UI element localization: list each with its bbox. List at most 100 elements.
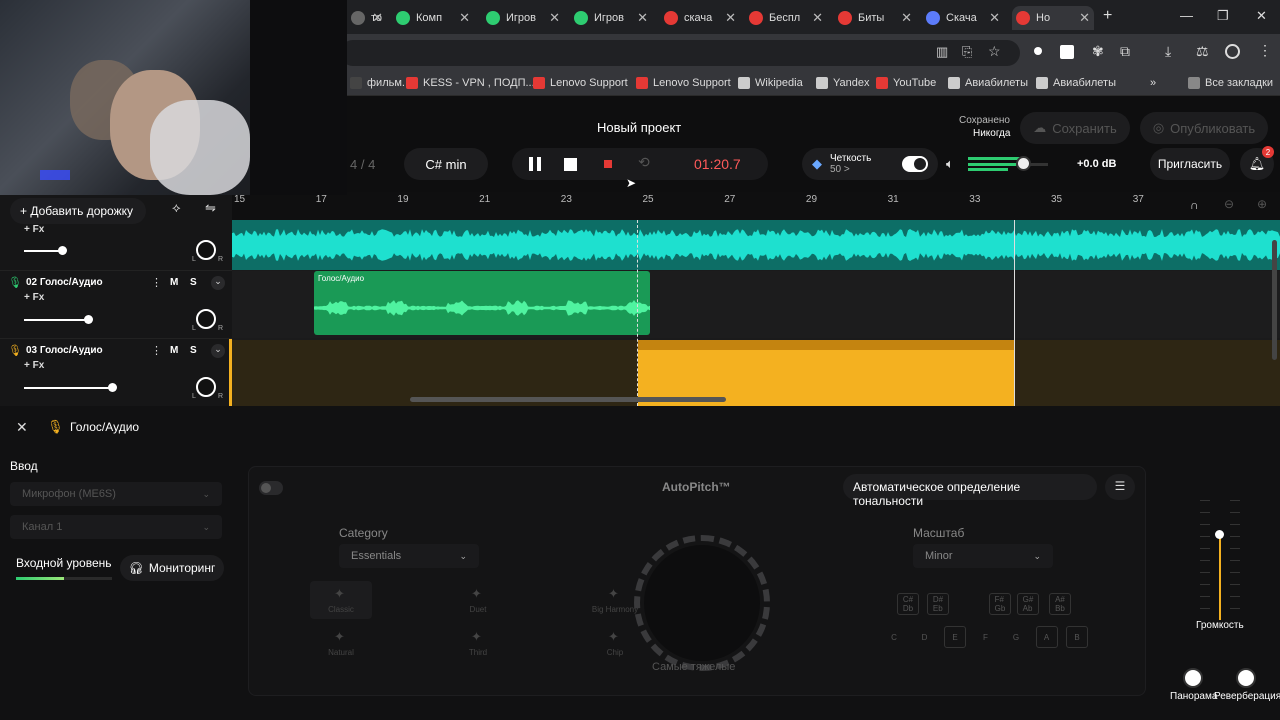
scale-select[interactable]: Minor ⌄ xyxy=(913,544,1053,568)
preset-natural[interactable]: ✦ Natural xyxy=(310,624,372,662)
timeline-ruler[interactable]: 15 17 19 21 23 25 27 29 31 33 35 37 ∩ ⊖ ⊕ xyxy=(232,192,1280,220)
reverb-knob[interactable] xyxy=(1236,668,1256,688)
loop-icon[interactable]: ⟲ xyxy=(638,154,650,171)
bookmark-item[interactable]: фильм... xyxy=(350,77,411,89)
bookmark-item[interactable]: Lenovo Support xyxy=(636,77,731,89)
notifications-button[interactable]: 🔔︎ 2 xyxy=(1240,146,1274,180)
audio-clip-track-1[interactable] xyxy=(232,220,1280,270)
autopitch-toggle[interactable] xyxy=(259,481,283,495)
track-pan-knob[interactable] xyxy=(196,309,216,329)
track-volume-knob[interactable] xyxy=(58,246,67,255)
track-volume-slider[interactable] xyxy=(24,387,112,389)
browser-tab[interactable]: скача ✕ xyxy=(660,6,740,30)
channel-select[interactable]: Канал 1 ⌄ xyxy=(10,515,222,539)
browser-tab[interactable]: Игров ✕ xyxy=(482,6,564,30)
extension-grid-icon[interactable] xyxy=(1060,45,1074,59)
new-tab-icon[interactable]: + xyxy=(1103,7,1112,25)
key-selector[interactable]: C# min xyxy=(404,148,488,180)
publish-button[interactable]: ◎ Опубликовать xyxy=(1140,112,1268,144)
fx-button[interactable]: + Fx xyxy=(24,292,44,303)
preset-classic[interactable]: ✦ Classic xyxy=(310,581,372,619)
automation-icon[interactable]: ⟡ xyxy=(172,200,181,216)
zoom-out-icon[interactable]: ⊖ xyxy=(1224,197,1234,211)
auto-key-button[interactable]: Автоматическое определение тональности xyxy=(843,474,1097,508)
extension-icon[interactable]: ✾ xyxy=(1092,43,1104,60)
track-header[interactable]: 🎙︎ 03 Голос/Аудио ⋮ M S ⌄ + Fx L R xyxy=(0,339,232,407)
preset-duet[interactable]: ✦ Duet xyxy=(447,581,509,619)
track-volume-knob[interactable] xyxy=(84,315,93,324)
track-pan-knob[interactable] xyxy=(196,377,216,397)
project-title[interactable]: Новый проект xyxy=(597,120,681,135)
minimize-icon[interactable]: — xyxy=(1180,8,1193,23)
key-natural[interactable]: C xyxy=(883,626,905,648)
volume-fader[interactable] xyxy=(1200,500,1240,620)
monitoring-button[interactable]: 🎧︎ Мониторинг xyxy=(120,555,224,581)
key-natural[interactable]: E xyxy=(944,626,966,648)
browser-tab[interactable]: Беспл ✕ xyxy=(745,6,827,30)
track-name[interactable]: 02 Голос/Аудио xyxy=(26,277,103,288)
bookmark-item[interactable]: Авиабилеты xyxy=(948,77,1028,89)
install-icon[interactable]: ⎘ xyxy=(962,44,972,60)
url-field[interactable]: ▥ ⎘ ☆ xyxy=(340,40,1020,66)
key-natural[interactable]: A xyxy=(1035,626,1058,648)
fx-button[interactable]: + Fx xyxy=(24,224,44,235)
track-name[interactable]: 03 Голос/Аудио xyxy=(26,345,103,356)
bookmark-item[interactable]: Yandex xyxy=(816,77,870,89)
tab-close-icon[interactable]: ✕ xyxy=(459,10,470,26)
snap-magnet-icon[interactable]: ∩ xyxy=(1190,198,1199,212)
tab-close-icon[interactable]: ✕ xyxy=(372,10,383,26)
key-sharp[interactable]: G# Ab xyxy=(1017,593,1039,615)
master-volume-slider[interactable] xyxy=(968,156,1048,171)
key-sharp[interactable]: D# Eb xyxy=(927,593,949,615)
fit-icon[interactable]: ⇋ xyxy=(205,200,216,216)
browser-tab[interactable]: Игров ✕ xyxy=(570,6,652,30)
save-button[interactable]: ☁ Сохранить xyxy=(1020,112,1130,144)
track-volume-knob[interactable] xyxy=(108,383,117,392)
solo-button[interactable]: S xyxy=(190,345,197,356)
download-icon[interactable]: ⤓ xyxy=(1165,43,1171,60)
clarity-control[interactable]: ◆ Четкость 50 > xyxy=(802,148,938,180)
solo-button[interactable]: S xyxy=(190,277,197,288)
key-natural[interactable]: G xyxy=(1005,626,1027,648)
chevron-down-icon[interactable]: ⌄ xyxy=(211,344,225,358)
tab-close-icon[interactable]: ✕ xyxy=(989,10,1000,26)
tab-close-icon[interactable]: ✕ xyxy=(725,10,736,26)
record-icon[interactable] xyxy=(604,160,612,168)
speaker-icon[interactable]: 🔈︎ xyxy=(946,156,954,172)
menu-icon[interactable]: ⋮ xyxy=(1258,42,1272,59)
fader-knob[interactable] xyxy=(1215,530,1224,539)
bookmark-item[interactable]: » xyxy=(1150,77,1156,89)
playhead[interactable] xyxy=(637,220,638,406)
pitch-knob-inner[interactable] xyxy=(644,545,760,661)
reader-mode-icon[interactable]: ▥ xyxy=(936,44,948,60)
settings-sliders-icon[interactable]: ☰ xyxy=(1105,474,1135,500)
mic-select[interactable]: Микрофон (ME6S) ⌄ xyxy=(10,482,222,506)
track-volume-slider[interactable] xyxy=(24,319,88,321)
maximize-icon[interactable]: ❐ xyxy=(1217,8,1229,24)
browser-tab[interactable]: то ✕ xyxy=(347,6,387,30)
key-natural[interactable]: F xyxy=(975,626,997,648)
pause-icon[interactable] xyxy=(529,157,541,171)
chevron-down-icon[interactable]: ⌄ xyxy=(211,276,225,290)
browser-tab[interactable]: Биты ✕ xyxy=(834,6,916,30)
stop-icon[interactable] xyxy=(564,158,577,171)
track-volume-slider[interactable] xyxy=(24,250,62,252)
browser-tab[interactable]: Скача ✕ xyxy=(922,6,1004,30)
preset-third[interactable]: ✦ Third xyxy=(447,624,509,662)
track-header[interactable]: 🎙︎ 02 Голос/Аудио ⋮ M S ⌄ + Fx L R xyxy=(0,271,232,339)
track-pan-knob[interactable] xyxy=(196,240,216,260)
extensions-puzzle-icon[interactable]: ⧉ xyxy=(1120,43,1130,60)
bookmark-item[interactable]: Lenovo Support xyxy=(533,77,628,89)
horizontal-scrollbar[interactable] xyxy=(410,397,726,402)
key-sharp[interactable]: C# Db xyxy=(897,593,919,615)
preset-chip[interactable]: ✦ Chip xyxy=(584,624,646,662)
invite-button[interactable]: Пригласить xyxy=(1150,148,1230,180)
clarity-toggle[interactable] xyxy=(902,156,928,172)
time-signature[interactable]: 4 / 4 xyxy=(350,157,375,172)
tab-close-icon[interactable]: ✕ xyxy=(1079,10,1090,26)
bookmark-star-icon[interactable]: ☆ xyxy=(988,43,1001,60)
key-natural[interactable]: B xyxy=(1066,626,1088,648)
track-menu-icon[interactable]: ⋮ xyxy=(151,344,162,357)
bookmark-item[interactable]: KESS - VPN , ПОДП... xyxy=(406,77,535,89)
extension-dot-icon[interactable] xyxy=(1034,47,1042,55)
